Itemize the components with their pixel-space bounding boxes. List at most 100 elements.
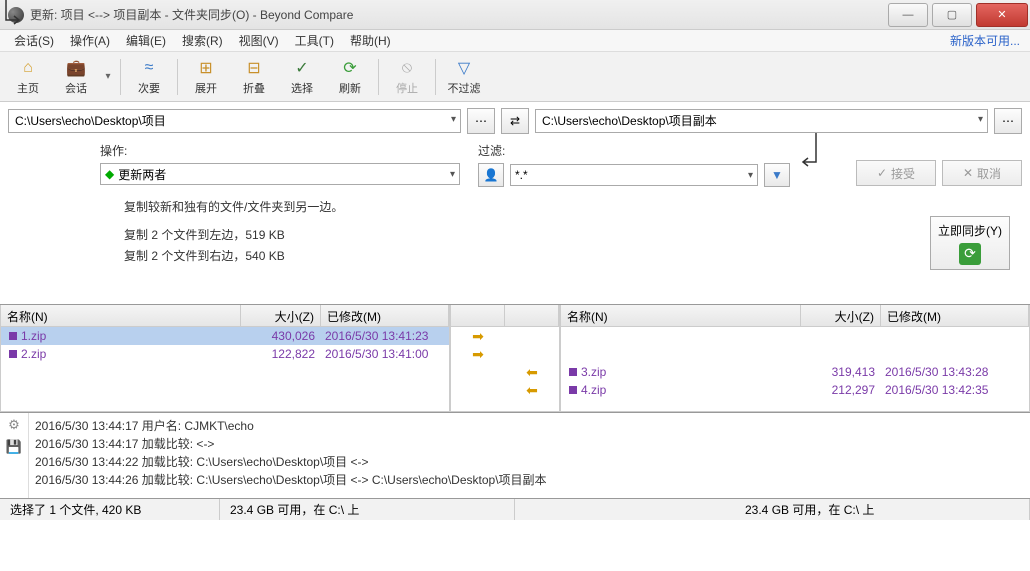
minimize-button[interactable]: — [888, 3, 928, 27]
file-row[interactable]: 2.zip 122,822 2016/5/30 13:41:00 [1, 345, 449, 363]
update-link[interactable]: 新版本可用... [950, 32, 1020, 49]
operation-label: 操作: [100, 142, 460, 159]
menu-help[interactable]: 帮助(H) [342, 30, 399, 51]
status-left-disk: 23.4 GB 可用，在 C:\ 上 [220, 499, 515, 520]
dropdown-icon[interactable]: ▾ [450, 169, 455, 180]
filter-presets-button[interactable]: 👤 [478, 163, 504, 187]
binoculars-icon: 👤 [484, 168, 499, 182]
btn-label: 次要 [138, 80, 160, 96]
nofilter-button[interactable]: ▽ 不过滤 [442, 55, 486, 99]
copy-right-icon[interactable]: ➡ [472, 328, 484, 345]
separator [378, 59, 379, 95]
file-size: 122,822 [241, 347, 321, 361]
file-row[interactable]: 1.zip 430,026 2016/5/30 13:41:23 [1, 327, 449, 345]
gear-icon[interactable]: ⚙ [6, 417, 22, 433]
copy-right-icon[interactable]: ➡ [472, 346, 484, 363]
left-path-input[interactable]: C:\Users\echo\Desktop\项目 ▾ [8, 109, 461, 133]
copy-left-icon[interactable]: ⬅ [526, 364, 538, 381]
filter-label: 过滤: [478, 142, 790, 159]
file-row[interactable]: 3.zip 319,413 2016/5/30 13:43:28 [561, 363, 1029, 381]
log-text[interactable]: 2016/5/30 13:44:17 用户名: CJMKT\echo 2016/… [28, 413, 1030, 498]
stop-button: ⦸停止 [385, 55, 429, 99]
collapse-icon: ⊟ [244, 58, 264, 78]
menubar: 会话(S) 操作(A) 编辑(E) 搜索(R) 视图(V) 工具(T) 帮助(H… [0, 30, 1030, 52]
statusbar: 选择了 1 个文件, 420 KB 23.4 GB 可用，在 C:\ 上 23.… [0, 498, 1030, 520]
operation-combo[interactable]: ◆ 更新两者 ▾ [100, 163, 460, 185]
path-text: C:\Users\echo\Desktop\项目 [15, 114, 166, 128]
copy-left-icon[interactable]: ⬅ [526, 382, 538, 399]
right-path-input[interactable]: C:\Users\echo\Desktop\项目副本 ▾ [535, 109, 988, 133]
expand-icon: ⊞ [196, 58, 216, 78]
combo-value: 更新两者 [118, 166, 166, 183]
file-size: 212,297 [801, 383, 881, 397]
dropdown-icon[interactable]: ▾ [451, 114, 456, 125]
btn-label: 不过滤 [448, 80, 481, 96]
close-button[interactable]: ✕ [976, 3, 1028, 27]
desc-line: 复制 2 个文件到右边，540 KB [124, 246, 1030, 266]
file-date: 2016/5/30 13:41:00 [321, 347, 449, 361]
left-panel: 名称(N) 大小(Z) 已修改(M) 1.zip 430,026 2016/5/… [0, 305, 450, 412]
btn-label: 会话 [65, 80, 87, 96]
maximize-button[interactable]: ▢ [932, 3, 972, 27]
file-name: 1.zip [21, 329, 46, 343]
sync-icon: ⟳ [959, 243, 981, 265]
path-text: C:\Users\echo\Desktop\项目副本 [542, 114, 717, 128]
file-row[interactable] [561, 327, 1029, 345]
approx-icon: ≈ [139, 58, 159, 78]
browse-left-button[interactable]: ⋯ [467, 108, 495, 134]
filter-apply-button[interactable]: ▼ [764, 163, 790, 187]
check-icon: ✓ [292, 58, 312, 78]
btn-label: 主页 [17, 80, 39, 96]
col-date[interactable]: 已修改(M) [321, 305, 449, 326]
filter-combo[interactable]: *.* ▾ [510, 164, 758, 186]
cancel-button[interactable]: ✕取消 [942, 160, 1022, 186]
col-name[interactable]: 名称(N) [561, 305, 801, 326]
file-panels: 名称(N) 大小(Z) 已修改(M) 1.zip 430,026 2016/5/… [0, 304, 1030, 412]
file-row[interactable] [561, 345, 1029, 363]
options-row: 操作: ◆ 更新两者 ▾ 过滤: 👤 *.* ▾ ▼ ✓接受 ✕取消 [0, 140, 1030, 193]
menu-search[interactable]: 搜索(R) [174, 30, 231, 51]
log-panel: ⚙ 💾 2016/5/30 13:44:17 用户名: CJMKT\echo 2… [0, 412, 1030, 498]
right-panel: 名称(N) 大小(Z) 已修改(M) 3.zip 319,413 2016/5/… [560, 305, 1030, 412]
desc-line: 复制 2 个文件到左边，519 KB [124, 225, 1030, 245]
toolbar: ⌂主页 💼会话 ▾ ≈ 次要 ⊞展开 ⊟折叠 ✓选择 ⟳刷新 ⦸停止 ▽ 不过滤 [0, 52, 1030, 102]
file-name: 4.zip [581, 383, 606, 397]
save-icon[interactable]: 💾 [6, 439, 22, 455]
accept-button[interactable]: ✓接受 [856, 160, 936, 186]
col-size[interactable]: 大小(Z) [241, 305, 321, 326]
home-button[interactable]: ⌂主页 [6, 55, 50, 99]
menu-view[interactable]: 视图(V) [231, 30, 287, 51]
dropdown-icon[interactable]: ▾ [978, 114, 983, 125]
log-line: 2016/5/30 13:44:17 用户名: CJMKT\echo [35, 417, 1024, 435]
select-button[interactable]: ✓选择 [280, 55, 324, 99]
col-date[interactable]: 已修改(M) [881, 305, 1029, 326]
swap-button[interactable]: ⇄ [501, 108, 529, 134]
file-icon [9, 332, 17, 340]
expand-button[interactable]: ⊞展开 [184, 55, 228, 99]
session-dropdown[interactable]: ▾ [102, 71, 114, 82]
file-date: 2016/5/30 13:42:35 [881, 383, 1029, 397]
description-block: 复制较新和独有的文件/文件夹到另一边。 复制 2 个文件到左边，519 KB 复… [0, 193, 1030, 266]
browse-right-button[interactable]: ⋯ [994, 108, 1022, 134]
menu-tools[interactable]: 工具(T) [287, 30, 342, 51]
col-size[interactable]: 大小(Z) [801, 305, 881, 326]
collapse-button[interactable]: ⊟折叠 [232, 55, 276, 99]
next-button[interactable]: ≈ 次要 [127, 55, 171, 99]
dropdown-icon[interactable]: ▾ [748, 170, 753, 181]
file-name: 3.zip [581, 365, 606, 379]
btn-label: 刷新 [339, 80, 361, 96]
funnel-icon: ▼ [771, 168, 783, 182]
menu-edit[interactable]: 编辑(E) [118, 30, 174, 51]
separator [177, 59, 178, 95]
action-column: ➡ ➡ ⬅ ⬅ [450, 305, 560, 412]
status-right-disk: 23.4 GB 可用，在 C:\ 上 [515, 499, 1030, 520]
file-row[interactable]: 4.zip 212,297 2016/5/30 13:42:35 [561, 381, 1029, 399]
menu-action[interactable]: 操作(A) [62, 30, 118, 51]
funnel-icon: ▽ [454, 58, 474, 78]
stop-icon: ⦸ [397, 58, 417, 78]
refresh-button[interactable]: ⟳刷新 [328, 55, 372, 99]
session-button[interactable]: 💼会话 [54, 55, 98, 99]
col-name[interactable]: 名称(N) [1, 305, 241, 326]
separator [435, 59, 436, 95]
sync-now-button[interactable]: 立即同步(Y) ⟳ [930, 216, 1010, 270]
